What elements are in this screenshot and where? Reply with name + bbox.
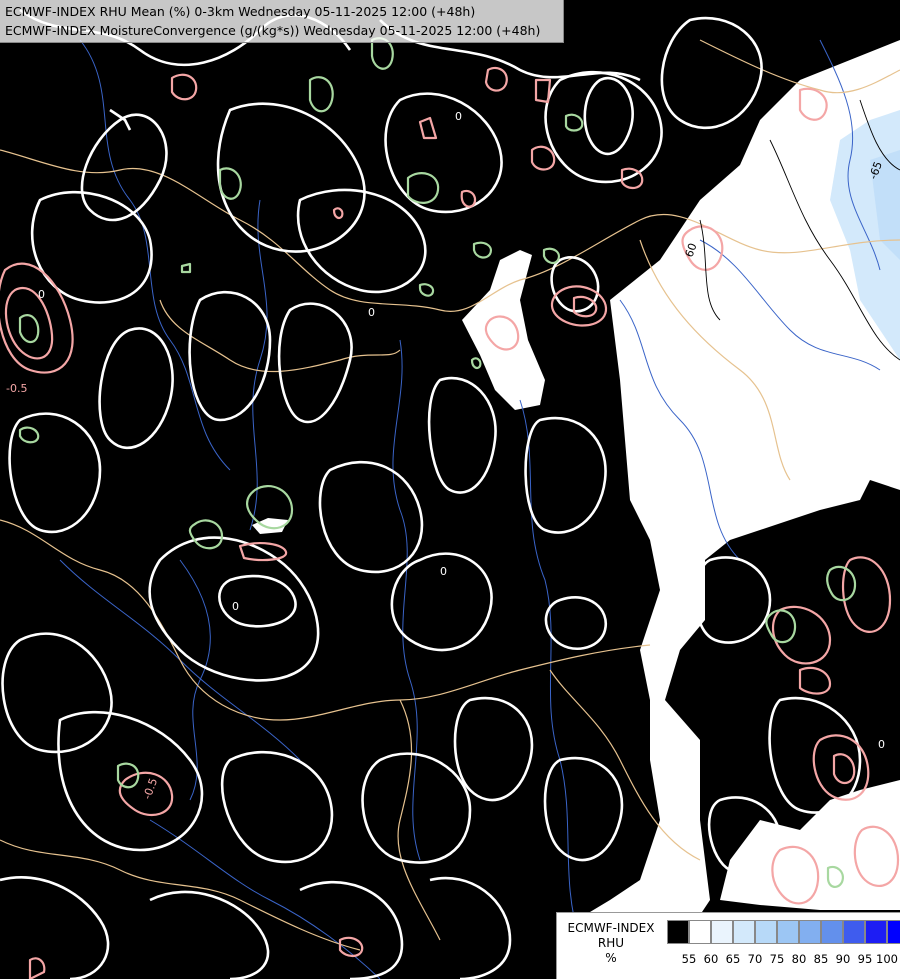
rhu-legend: ECMWF-INDEX RHU % 55 60 65 70 75 80 85 90 95 100	[556, 912, 900, 979]
legend-swatch	[799, 920, 821, 944]
legend-tick-label: 55	[681, 952, 697, 966]
legend-tick-label: 70	[747, 952, 763, 966]
contour-label: 0	[38, 288, 45, 301]
contour-label: 0	[232, 600, 239, 613]
legend-label-source: ECMWF-INDEX	[567, 921, 655, 935]
contour-label: 0	[455, 110, 462, 123]
contour-label: 0	[440, 565, 447, 578]
legend-swatch	[887, 920, 900, 944]
title-line-convergence: ECMWF-INDEX MoistureConvergence (g/(kg*s…	[5, 23, 541, 38]
legend-tick-label: 85	[813, 952, 829, 966]
contour-label: 0	[878, 738, 885, 751]
legend-swatch	[865, 920, 887, 944]
legend-tick-label: 90	[835, 952, 851, 966]
legend-tick-label: 80	[791, 952, 807, 966]
legend-tick-label: 60	[703, 952, 719, 966]
rhu-shading	[252, 40, 900, 979]
legend-swatch	[667, 920, 689, 944]
contour-label: -0.5	[141, 776, 161, 801]
legend-label: ECMWF-INDEX RHU %	[559, 921, 663, 966]
legend-tick-label: 75	[769, 952, 785, 966]
legend-swatch	[689, 920, 711, 944]
map-canvas: 0 0 -0.5 -0.5 0 0 60 -65 0 0	[0, 8, 900, 979]
legend-tick-label: 65	[725, 952, 741, 966]
contour-label: -0.5	[6, 382, 27, 395]
legend-swatch	[843, 920, 865, 944]
contour-label: 0	[368, 306, 375, 319]
legend-swatch	[711, 920, 733, 944]
legend-swatch	[755, 920, 777, 944]
legend-label-variable: RHU	[597, 936, 625, 950]
legend-swatch	[821, 920, 843, 944]
legend-swatch	[777, 920, 799, 944]
legend-label-unit: %	[605, 951, 617, 965]
legend-tick-label: 95	[857, 952, 873, 966]
legend-swatch	[733, 920, 755, 944]
weather-map: 0 0 -0.5 -0.5 0 0 60 -65 0 0 ECMWF-INDEX…	[0, 0, 900, 979]
legend-tick-label: 100	[876, 952, 898, 966]
title-line-rhu: ECMWF-INDEX RHU Mean (%) 0-3km Wednesday…	[5, 4, 476, 19]
map-title-box: ECMWF-INDEX RHU Mean (%) 0-3km Wednesday…	[0, 0, 564, 43]
